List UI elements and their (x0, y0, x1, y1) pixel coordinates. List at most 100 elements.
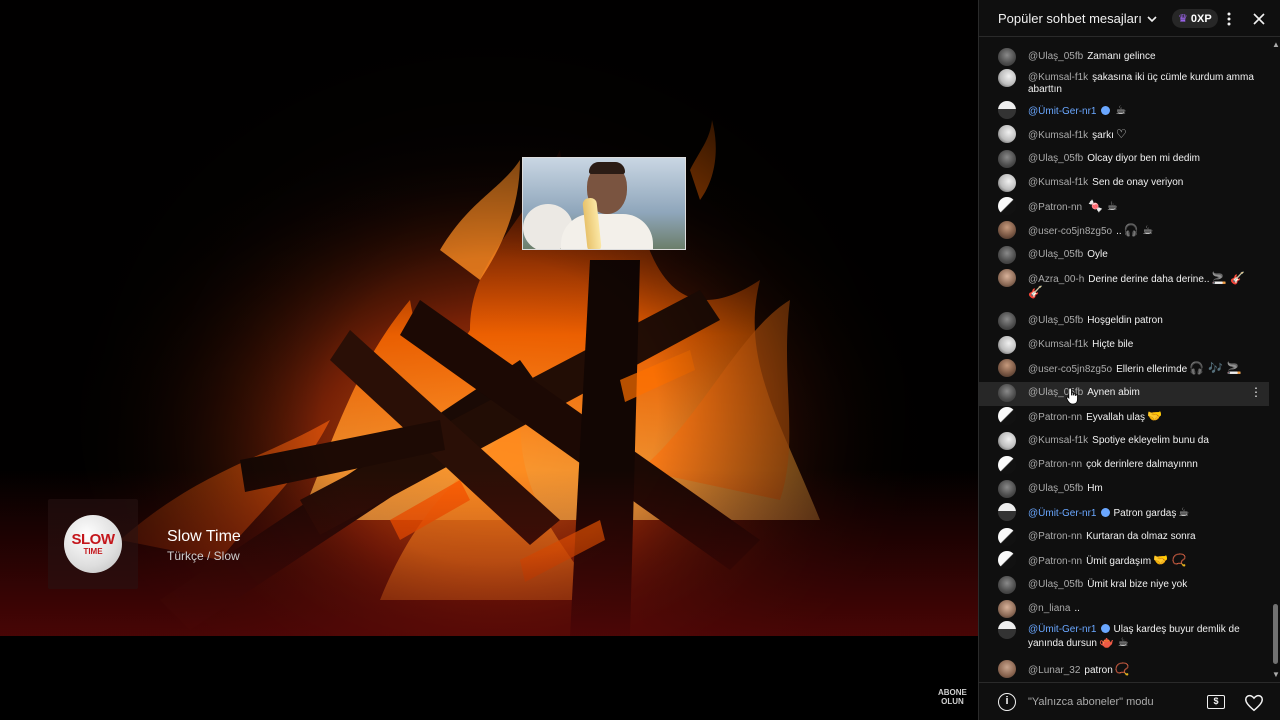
super-chat-icon[interactable]: $ (1207, 695, 1225, 709)
avatar[interactable] (998, 480, 1016, 498)
avatar[interactable] (998, 336, 1016, 354)
chat-message-text: @Ulaş_05fb Oyle (1028, 249, 1256, 261)
chat-author-name[interactable]: @Lunar_32 (1028, 665, 1080, 676)
scrollbar-thumb[interactable] (1273, 604, 1278, 664)
avatar[interactable] (998, 621, 1016, 639)
avatar[interactable] (998, 503, 1016, 521)
chat-author-name[interactable]: @user-co5jn8zg5o (1028, 364, 1112, 375)
close-icon[interactable] (1248, 8, 1270, 30)
chat-author-name[interactable]: @Kumsal-f1k (1028, 177, 1088, 188)
chat-author-name[interactable]: @Kumsal-f1k (1028, 72, 1088, 83)
channel-points-badge[interactable]: ♛ 0XP (1172, 9, 1218, 28)
chat-message[interactable]: @Ulaş_05fb Zamanı gelince (979, 46, 1269, 68)
avatar[interactable] (998, 359, 1016, 377)
avatar[interactable] (998, 197, 1016, 215)
avatar[interactable] (998, 432, 1016, 450)
emoji-icon: ♡ (1115, 127, 1127, 141)
chat-message[interactable]: @Ulaş_05fb Hm (979, 478, 1269, 500)
chat-message[interactable]: @n_liana.. (979, 598, 1269, 620)
chat-message[interactable]: @Patron-nn çok derinlere dalmayınnn (979, 454, 1269, 476)
chat-message[interactable]: @Kumsal-f1k Hiçte bile (979, 334, 1269, 356)
avatar[interactable] (998, 600, 1016, 618)
avatar[interactable] (998, 69, 1016, 87)
scroll-down-icon[interactable]: ▼ (1272, 670, 1280, 679)
chat-message[interactable]: @Ümit-Ger-nr1 Patron gardaş ☕ (979, 501, 1269, 523)
info-icon[interactable]: i (998, 693, 1016, 711)
chat-author-name[interactable]: @Ümit-Ger-nr1 (1028, 508, 1097, 519)
chat-message[interactable]: @Ümit-Ger-nr1 ☕ (979, 99, 1269, 121)
heart-icon[interactable] (1243, 692, 1265, 714)
avatar[interactable] (998, 384, 1016, 402)
chat-author-name[interactable]: @n_liana (1028, 603, 1070, 614)
chat-author-name[interactable]: @Kumsal-f1k (1028, 130, 1088, 141)
chat-scrollbar[interactable]: ▲ ▼ (1269, 38, 1280, 682)
chat-mode-dropdown[interactable]: Popüler sohbet mesajları (998, 11, 1158, 26)
chat-message[interactable]: @Lunar_32 patron 📿 (979, 658, 1269, 680)
chat-author-name[interactable]: @Ulaş_05fb (1028, 315, 1083, 326)
video-player[interactable]: SLOW TIME Slow Time Türkçe / Slow ABONE … (0, 0, 978, 720)
avatar[interactable] (998, 125, 1016, 143)
chat-author-name[interactable]: @Ümit-Ger-nr1 (1028, 106, 1097, 117)
avatar[interactable] (998, 174, 1016, 192)
scroll-up-icon[interactable]: ▲ (1272, 40, 1280, 49)
subscribe-watermark[interactable]: ABONE OLUN (938, 688, 967, 706)
avatar[interactable] (998, 101, 1016, 119)
chat-header: Popüler sohbet mesajları ♛ 0XP (979, 0, 1280, 37)
message-menu-icon[interactable]: ⋮ (1249, 385, 1263, 401)
chat-message-body: Ümit kral bize niye yok (1087, 579, 1188, 590)
chat-message[interactable]: @Patron-nn Ümit gardaşım 🤝 📿 (979, 549, 1269, 571)
pointer-hand-cursor-icon (1066, 387, 1078, 405)
chat-author-name[interactable]: @Patron-nn (1028, 531, 1082, 542)
chat-message[interactable]: @Ümit-Ger-nr1 Ulaş kardeş buyur demlik de… (979, 619, 1269, 653)
chat-author-name[interactable]: @Azra_00-h (1028, 274, 1084, 285)
channel-logo-card[interactable]: SLOW TIME (48, 499, 138, 589)
chat-message[interactable]: @Kumsal-f1k şarkı ♡ (979, 123, 1269, 145)
avatar[interactable] (998, 528, 1016, 546)
chat-message[interactable]: @user-co5jn8zg5o Ellerin ellerimde 🎧 🎶 🚬 (979, 357, 1269, 379)
chat-message[interactable]: @Patron-nn Eyvallah ulaş 🤝 (979, 405, 1269, 427)
chat-author-name[interactable]: @Ümit-Ger-nr1 (1028, 624, 1097, 635)
chat-message-body: .. (1116, 226, 1122, 237)
chat-author-name[interactable]: @user-co5jn8zg5o (1028, 226, 1112, 237)
chat-message[interactable]: @user-co5jn8zg5o.. 🎧 ☕ (979, 219, 1269, 241)
crown-icon: ♛ (1178, 13, 1188, 25)
chat-author-name[interactable]: @Kumsal-f1k (1028, 435, 1088, 446)
chat-message[interactable]: @Azra_00-h Derine derine daha derine.. 🚬 🎸… (979, 267, 1269, 301)
chat-message[interactable]: @Kumsal-f1k Sen de onay veriyon (979, 172, 1269, 194)
chat-message[interactable]: @Ulaş_05fb Oyle (979, 244, 1269, 266)
subscribe-watermark-line2: OLUN (941, 697, 964, 706)
chat-author-name[interactable]: @Ulaş_05fb (1028, 153, 1083, 164)
chat-author-name[interactable]: @Ulaş_05fb (1028, 483, 1083, 494)
chat-author-name[interactable]: @Patron-nn (1028, 459, 1082, 470)
avatar[interactable] (998, 48, 1016, 66)
chat-message[interactable]: @Ulaş_05fb Aynen abim ⋮ (979, 382, 1269, 406)
avatar[interactable] (998, 407, 1016, 425)
chat-author-name[interactable]: @Ulaş_05fb (1028, 51, 1083, 62)
chat-author-name[interactable]: @Ulaş_05fb (1028, 579, 1083, 590)
chat-message-list[interactable]: @Ulaş_05fb Zamanı gelince @Kumsal-f1k şakas… (979, 38, 1269, 682)
chat-message[interactable]: @Kumsal-f1k Spotiye ekleyelim bunu da (979, 430, 1269, 452)
chat-author-name[interactable]: @Kumsal-f1k (1028, 339, 1088, 350)
avatar[interactable] (998, 660, 1016, 678)
chat-message[interactable]: @Patron-nn Kurtaran da olmaz sonra (979, 526, 1269, 548)
avatar[interactable] (998, 150, 1016, 168)
chat-message[interactable]: @Patron-nn 🍬 ☕ (979, 195, 1269, 217)
chat-message-text: @Kumsal-f1k Spotiye ekleyelim bunu da (1028, 435, 1256, 447)
avatar[interactable] (998, 221, 1016, 239)
avatar[interactable] (998, 456, 1016, 474)
avatar[interactable] (998, 269, 1016, 287)
avatar[interactable] (998, 576, 1016, 594)
avatar[interactable] (998, 551, 1016, 569)
more-options-icon[interactable] (1218, 8, 1240, 30)
chat-author-name[interactable]: @Patron-nn (1028, 556, 1082, 567)
chat-message[interactable]: @Kumsal-f1k şakasına iki üç cümle kurdum … (979, 67, 1269, 101)
avatar[interactable] (998, 312, 1016, 330)
chat-author-name[interactable]: @Patron-nn (1028, 202, 1082, 213)
chat-message[interactable]: @Ulaş_05fb Ümit kral bize niye yok (979, 574, 1269, 596)
chat-message-text: @Patron-nn Kurtaran da olmaz sonra (1028, 531, 1256, 543)
avatar[interactable] (998, 246, 1016, 264)
chat-message[interactable]: @Ulaş_05fb Olcay diyor ben mi dedim (979, 148, 1269, 170)
chat-message[interactable]: @Ulaş_05fb Hoşgeldin patron (979, 310, 1269, 332)
chat-author-name[interactable]: @Ulaş_05fb (1028, 249, 1083, 260)
chat-author-name[interactable]: @Patron-nn (1028, 412, 1082, 423)
